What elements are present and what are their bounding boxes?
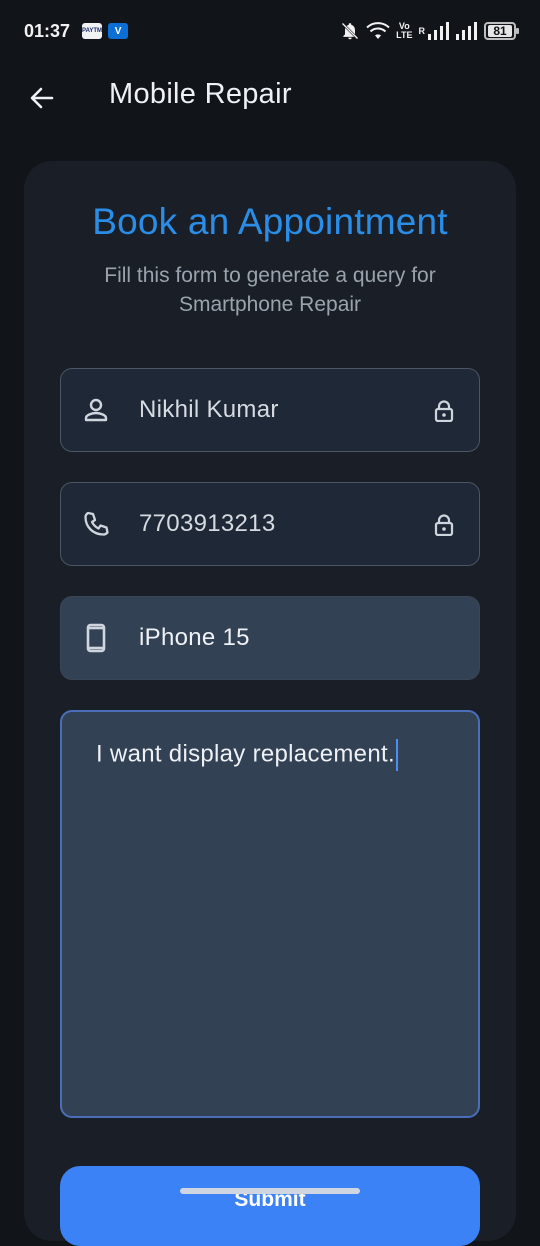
status-time: 01:37 [24,20,71,41]
message-value: I want display replacement. [96,739,398,771]
home-indicator[interactable] [180,1188,360,1194]
device-field[interactable]: iPhone 15 [60,596,480,680]
lock-icon [434,514,454,536]
battery-icon: 81 [484,22,519,40]
arrow-left-icon [30,87,54,109]
signal-icon-1 [428,22,449,40]
person-icon [81,395,111,425]
text-cursor [395,739,398,771]
battery-level: 81 [488,25,512,37]
name-value: Nikhil Kumar [139,396,279,423]
app-v-icon: V [108,23,129,39]
form-title: Book an Appointment [92,201,448,242]
smartphone-icon [81,623,111,653]
wifi-icon [366,22,390,39]
phone-icon [81,509,111,539]
status-bar: 01:37 PAYTM V Vo LTE R 81 [0,0,540,62]
bell-off-icon [341,22,359,40]
message-textarea[interactable]: I want display replacement. [60,710,480,1118]
back-button[interactable] [26,84,58,112]
submit-button[interactable]: Submit [60,1166,480,1246]
status-icons: Vo LTE R 81 [340,21,519,41]
name-field[interactable]: Nikhil Kumar [60,368,480,452]
form-subtitle: Fill this form to generate a query for S… [104,264,436,316]
page-title: Mobile Repair [109,78,292,110]
volte-indicator: Vo LTE [396,21,413,40]
phone-field[interactable]: 7703913213 [60,482,480,566]
signal-icon-2 [456,22,477,40]
appointment-card: Book an Appointment Fill this form to ge… [24,161,516,1246]
device-value: iPhone 15 [139,624,250,651]
roaming-indicator: R [418,26,426,36]
phone-value: 7703913213 [139,510,276,537]
app-bar: Mobile Repair [0,62,540,134]
paytm-icon: PAYTM [82,23,102,39]
lock-icon [434,400,454,422]
